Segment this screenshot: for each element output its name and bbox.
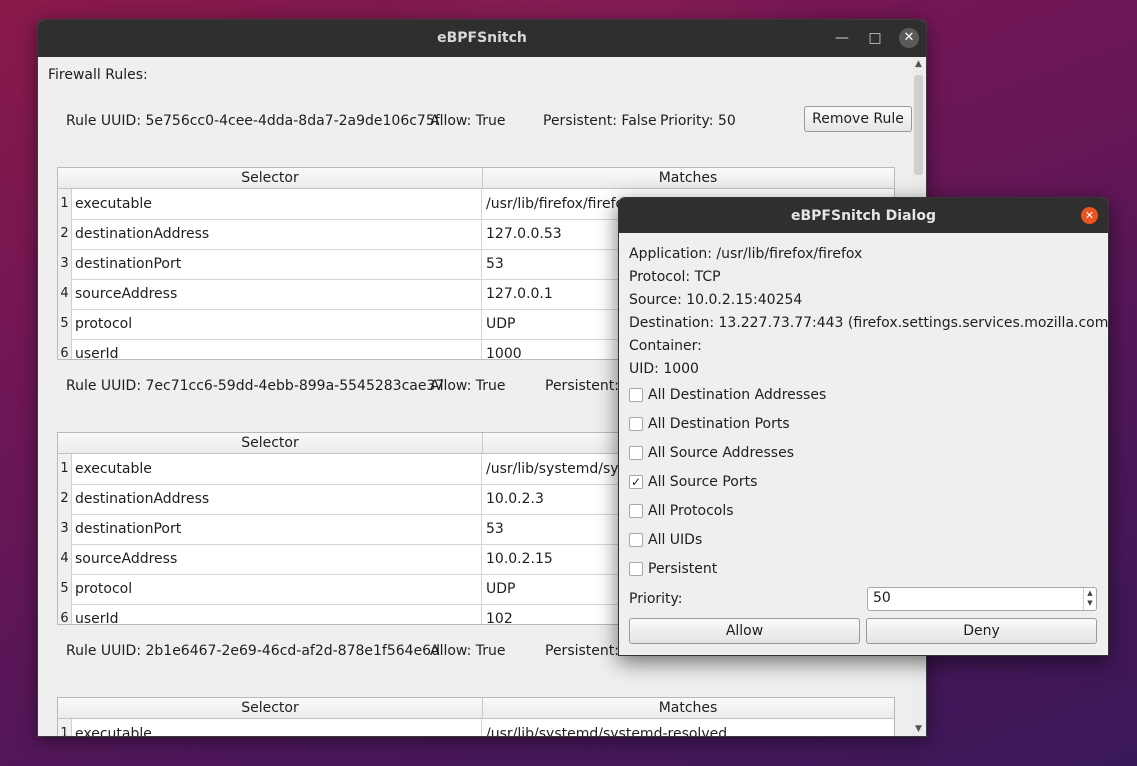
- row-number: 3: [58, 514, 72, 544]
- match-cell[interactable]: /usr/lib/systemd/systemd-resolved: [482, 719, 727, 736]
- row-number: 6: [58, 339, 72, 359]
- dialog-title: eBPFSnitch Dialog: [791, 208, 936, 224]
- priority-spinbox[interactable]: 50 ▲ ▼: [867, 587, 1097, 611]
- match-cell[interactable]: 1000: [482, 339, 522, 359]
- container-info: Container:: [629, 338, 702, 354]
- dialog-titlebar[interactable]: eBPFSnitch Dialog ✕: [619, 198, 1108, 233]
- selector-header[interactable]: Selector: [58, 433, 483, 453]
- check-icon[interactable]: ✓: [629, 475, 643, 489]
- rule-allow: Allow: True: [430, 113, 506, 129]
- match-cell[interactable]: 127.0.0.53: [482, 219, 562, 249]
- deny-button[interactable]: Deny: [866, 618, 1097, 644]
- checkbox-label[interactable]: Persistent: [648, 559, 717, 579]
- selector-cell[interactable]: userId: [71, 604, 482, 624]
- priority-value[interactable]: 50: [873, 590, 891, 606]
- selector-cell[interactable]: protocol: [71, 574, 482, 604]
- rule-table: Selector Matches 1 executable /usr/lib/s…: [57, 697, 895, 736]
- maximize-icon[interactable]: □: [866, 29, 884, 47]
- row-number: 4: [58, 544, 72, 574]
- firewall-rules-label: Firewall Rules:: [48, 67, 148, 83]
- row-number: 1: [58, 454, 72, 484]
- scroll-down-icon[interactable]: ▼: [912, 724, 925, 734]
- selector-cell[interactable]: protocol: [71, 309, 482, 339]
- match-cell[interactable]: UDP: [482, 309, 515, 339]
- checkbox-label[interactable]: All Source Ports: [648, 472, 757, 492]
- rule-uuid: Rule UUID: 5e756cc0-4cee-4dda-8da7-2a9de…: [66, 113, 440, 129]
- selector-cell[interactable]: destinationAddress: [71, 484, 482, 514]
- selector-cell[interactable]: userId: [71, 339, 482, 359]
- checkbox-box[interactable]: [629, 562, 643, 576]
- selector-cell[interactable]: destinationAddress: [71, 219, 482, 249]
- match-cell[interactable]: 10.0.2.3: [482, 484, 544, 514]
- selector-cell[interactable]: executable: [71, 719, 482, 736]
- row-number: 5: [58, 574, 72, 604]
- checkbox-box[interactable]: [629, 388, 643, 402]
- match-cell[interactable]: UDP: [482, 574, 515, 604]
- selector-cell[interactable]: destinationPort: [71, 514, 482, 544]
- checkbox-label[interactable]: All Destination Ports: [648, 414, 790, 434]
- application-info: Application: /usr/lib/firefox/firefox: [629, 246, 863, 262]
- allow-button[interactable]: Allow: [629, 618, 860, 644]
- remove-rule-button[interactable]: Remove Rule: [804, 106, 912, 132]
- destination-info: Destination: 13.227.73.77:443 (firefox.s…: [629, 315, 1109, 331]
- checkbox-label[interactable]: All Source Addresses: [648, 443, 794, 463]
- rule-allow: Allow: True: [430, 378, 506, 394]
- close-icon[interactable]: ✕: [899, 28, 919, 48]
- match-cell[interactable]: 53: [482, 514, 504, 544]
- row-number: 3: [58, 249, 72, 279]
- row-number: 1: [58, 719, 72, 736]
- selector-cell[interactable]: sourceAddress: [71, 544, 482, 574]
- match-cell[interactable]: 53: [482, 249, 504, 279]
- checkbox-box[interactable]: [629, 446, 643, 460]
- rule-uuid: Rule UUID: 7ec71cc6-59dd-4ebb-899a-55452…: [66, 378, 445, 394]
- match-cell[interactable]: /usr/lib/systemd/sys: [482, 454, 626, 484]
- source-info: Source: 10.0.2.15:40254: [629, 292, 803, 308]
- checkbox-label[interactable]: All UIDs: [648, 530, 702, 550]
- selector-cell[interactable]: destinationPort: [71, 249, 482, 279]
- rule-priority: Priority: 50: [660, 113, 736, 129]
- row-number: 4: [58, 279, 72, 309]
- match-cell[interactable]: 102: [482, 604, 513, 624]
- table-header: Selector Matches: [58, 698, 894, 719]
- checkbox-label[interactable]: All Destination Addresses: [648, 385, 826, 405]
- match-cell[interactable]: 127.0.0.1: [482, 279, 553, 309]
- match-cell[interactable]: 10.0.2.15: [482, 544, 553, 574]
- match-cell[interactable]: /usr/lib/firefox/firefox: [482, 189, 632, 219]
- protocol-info: Protocol: TCP: [629, 269, 721, 285]
- minimize-icon[interactable]: —: [833, 29, 851, 47]
- row-number: 2: [58, 484, 72, 514]
- checkbox-box[interactable]: [629, 417, 643, 431]
- spin-arrows-icon[interactable]: ▲ ▼: [1083, 588, 1096, 610]
- priority-label: Priority:: [629, 591, 683, 607]
- checkbox-box[interactable]: [629, 504, 643, 518]
- ebpfsnitch-dialog: eBPFSnitch Dialog ✕ Application: /usr/li…: [618, 197, 1109, 656]
- table-header: Selector Matches: [58, 168, 894, 189]
- rule-uuid: Rule UUID: 2b1e6467-2e69-46cd-af2d-878e1…: [66, 643, 440, 659]
- rule-persistent: Persistent:: [545, 378, 619, 394]
- rule-persistent: Persistent: False: [543, 113, 657, 129]
- row-number: 5: [58, 309, 72, 339]
- row-number: 6: [58, 604, 72, 624]
- rule-header: Rule UUID: 5e756cc0-4cee-4dda-8da7-2a9de…: [66, 106, 912, 133]
- selector-header[interactable]: Selector: [58, 698, 483, 718]
- dialog-close-icon[interactable]: ✕: [1081, 207, 1098, 224]
- matches-header[interactable]: Matches: [482, 698, 894, 718]
- checkbox-box[interactable]: [629, 533, 643, 547]
- table-row[interactable]: 1 executable /usr/lib/systemd/systemd-re…: [58, 719, 894, 736]
- rule-allow: Allow: True: [430, 643, 506, 659]
- scroll-thumb[interactable]: [914, 75, 923, 175]
- uid-info: UID: 1000: [629, 361, 699, 377]
- matches-header[interactable]: Matches: [482, 168, 894, 188]
- selector-cell[interactable]: sourceAddress: [71, 279, 482, 309]
- checkbox-label[interactable]: All Protocols: [648, 501, 734, 521]
- main-titlebar[interactable]: eBPFSnitch — □ ✕: [38, 20, 926, 57]
- selector-header[interactable]: Selector: [58, 168, 483, 188]
- window-title: eBPFSnitch: [437, 30, 527, 46]
- row-number: 1: [58, 189, 72, 219]
- rule-persistent: Persistent:: [545, 643, 619, 659]
- selector-cell[interactable]: executable: [71, 454, 482, 484]
- row-number: 2: [58, 219, 72, 249]
- selector-cell[interactable]: executable: [71, 189, 482, 219]
- scroll-up-icon[interactable]: ▲: [912, 59, 925, 69]
